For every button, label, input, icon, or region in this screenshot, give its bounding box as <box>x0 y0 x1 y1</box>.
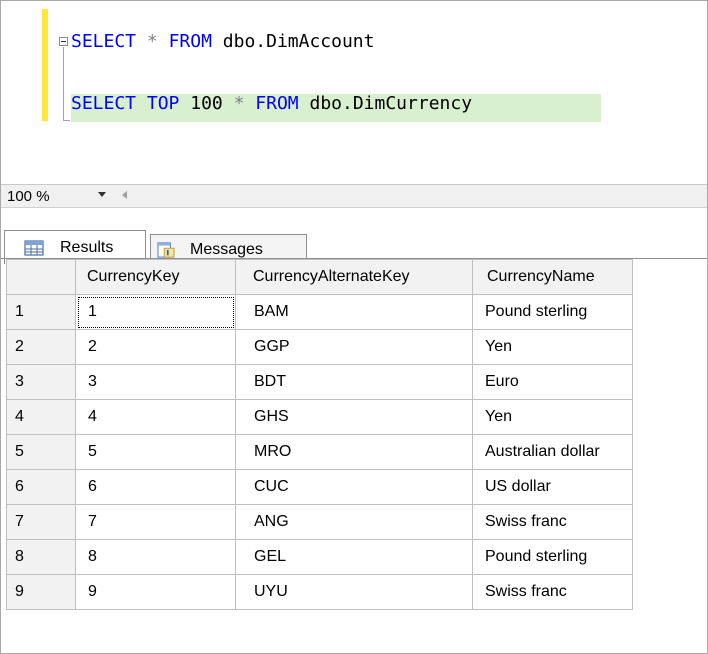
operator: * <box>233 93 245 114</box>
outline-line <box>63 47 64 121</box>
outline-end <box>63 120 70 121</box>
cell-currencyalternatekey[interactable]: ANG <box>235 504 473 540</box>
collapse-region-icon[interactable] <box>59 37 68 46</box>
table-row: 1 1 BAM Pound sterling <box>6 294 633 330</box>
row-number[interactable]: 6 <box>6 469 76 505</box>
column-header-currencyname[interactable]: CurrencyName <box>472 259 633 295</box>
cell-currencyalternatekey[interactable]: GEL <box>235 539 473 575</box>
table-row: 3 3 BDT Euro <box>6 364 633 400</box>
cell-currencyname[interactable]: Pound sterling <box>472 539 633 575</box>
cell-currencykey[interactable]: 5 <box>75 434 236 470</box>
keyword: FROM <box>255 93 299 114</box>
cell-currencykey[interactable]: 3 <box>75 364 236 400</box>
number: 100 <box>190 93 223 114</box>
cell-currencykey[interactable]: 4 <box>75 399 236 435</box>
row-number[interactable]: 3 <box>6 364 76 400</box>
query-window: SELECT * FROM dbo.DimAccount SELECT TOP … <box>0 0 708 654</box>
cell-currencykey[interactable]: 8 <box>75 539 236 575</box>
cell-currencyname[interactable]: Swiss franc <box>472 504 633 540</box>
row-number[interactable]: 2 <box>6 329 76 365</box>
cell-currencyalternatekey[interactable]: MRO <box>235 434 473 470</box>
cell-currencyname[interactable]: US dollar <box>472 469 633 505</box>
cell-currencyalternatekey[interactable]: GHS <box>235 399 473 435</box>
tab-label: Messages <box>190 241 263 258</box>
row-number[interactable]: 8 <box>6 539 76 575</box>
code-line-1[interactable]: SELECT * FROM dbo.DimAccount <box>71 30 374 54</box>
cell-currencyname[interactable]: Yen <box>472 329 633 365</box>
change-marker-bar <box>42 9 48 121</box>
object-name: dbo.DimAccount <box>222 31 375 52</box>
cell-currencyname[interactable]: Australian dollar <box>472 434 633 470</box>
keyword: SELECT <box>71 31 137 52</box>
cell-currencykey[interactable]: 2 <box>75 329 236 365</box>
cell-currencyname[interactable]: Pound sterling <box>472 294 633 330</box>
table-row: 8 8 GEL Pound sterling <box>6 539 633 575</box>
cell-currencyalternatekey[interactable]: GGP <box>235 329 473 365</box>
column-header-currencykey[interactable]: CurrencyKey <box>75 259 236 295</box>
messages-icon <box>157 242 175 258</box>
scroll-left-icon[interactable] <box>122 191 127 199</box>
tab-label: Results <box>60 238 114 256</box>
table-row: 9 9 UYU Swiss franc <box>6 574 633 610</box>
cell-currencykey[interactable]: 9 <box>75 574 236 610</box>
table-row: 2 2 GGP Yen <box>6 329 633 365</box>
table-row: 5 5 MRO Australian dollar <box>6 434 633 470</box>
keyword: FROM <box>168 31 212 52</box>
cell-currencyalternatekey[interactable]: CUC <box>235 469 473 505</box>
table-row: 4 4 GHS Yen <box>6 399 633 435</box>
code-line-2[interactable]: SELECT TOP 100 * FROM dbo.DimCurrency <box>71 92 472 116</box>
cell-currencyname[interactable]: Swiss franc <box>472 574 633 610</box>
row-header-corner[interactable] <box>6 259 76 295</box>
row-number[interactable]: 9 <box>6 574 76 610</box>
cell-currencykey[interactable]: 7 <box>75 504 236 540</box>
cell-currencykey[interactable]: 1 <box>75 294 236 330</box>
operator: * <box>146 31 158 52</box>
row-number[interactable]: 7 <box>6 504 76 540</box>
object-name: dbo.DimCurrency <box>309 93 473 114</box>
sql-editor[interactable]: SELECT * FROM dbo.DimAccount SELECT TOP … <box>1 1 707 184</box>
row-number[interactable]: 5 <box>6 434 76 470</box>
column-header-currencyalternatekey[interactable]: CurrencyAlternateKey <box>235 259 473 295</box>
grid-icon <box>24 239 44 256</box>
table-row: 6 6 CUC US dollar <box>6 469 633 505</box>
cell-currencyalternatekey[interactable]: UYU <box>235 574 473 610</box>
table-row: 7 7 ANG Swiss franc <box>6 504 633 540</box>
cell-currencyalternatekey[interactable]: BDT <box>235 364 473 400</box>
keyword: SELECT <box>71 93 137 114</box>
cell-currencykey[interactable]: 6 <box>75 469 236 505</box>
cell-currencyname[interactable]: Yen <box>472 399 633 435</box>
grid-header-row: CurrencyKey CurrencyAlternateKey Currenc… <box>6 259 633 295</box>
row-number[interactable]: 1 <box>6 294 76 330</box>
result-tabs: Results Messages <box>1 208 707 265</box>
keyword: TOP <box>146 93 180 114</box>
row-number[interactable]: 4 <box>6 399 76 435</box>
zoom-bar: 100 % <box>1 185 707 207</box>
zoom-level[interactable]: 100 % <box>7 188 50 205</box>
cell-currencyname[interactable]: Euro <box>472 364 633 400</box>
results-grid[interactable]: CurrencyKey CurrencyAlternateKey Currenc… <box>6 259 633 610</box>
chevron-down-icon[interactable] <box>98 192 106 197</box>
cell-currencyalternatekey[interactable]: BAM <box>235 294 473 330</box>
